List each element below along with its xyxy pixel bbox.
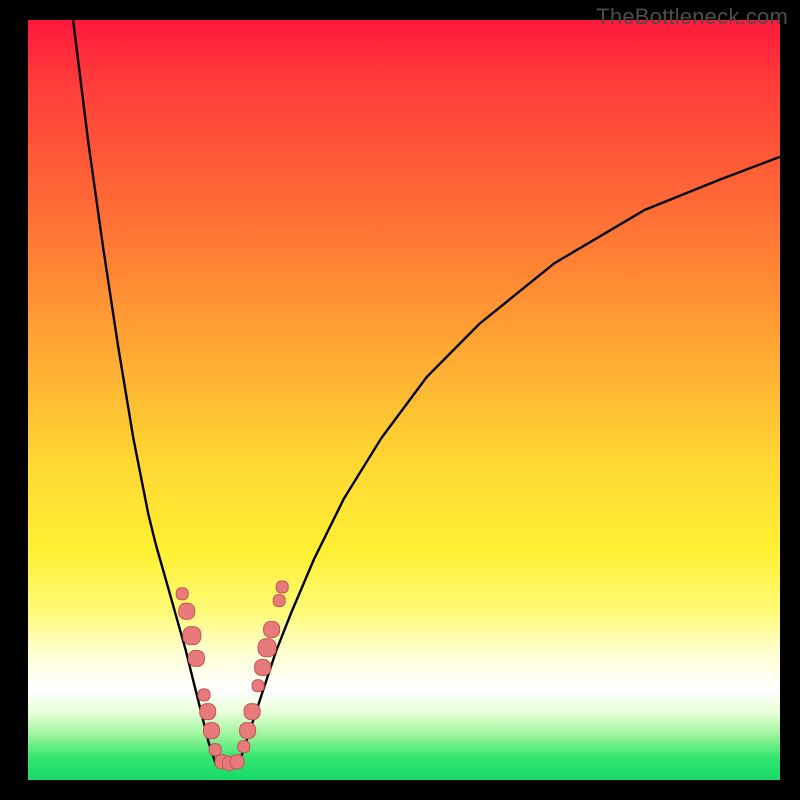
curve-marker	[198, 689, 210, 701]
curve-marker	[252, 680, 264, 692]
curve-marker	[240, 723, 256, 739]
v-curve-path	[73, 20, 780, 765]
bottleneck-curve	[28, 20, 780, 780]
curve-marker	[209, 744, 221, 756]
plot-area	[28, 20, 780, 780]
curve-marker	[176, 588, 188, 600]
curve-marker	[244, 704, 260, 720]
curve-marker	[273, 595, 285, 607]
curve-marker	[238, 741, 250, 753]
curve-marker	[179, 603, 195, 619]
curve-marker	[200, 704, 216, 720]
watermark-text: TheBottleneck.com	[596, 4, 788, 30]
curve-marker	[183, 627, 201, 645]
curve-marker	[204, 723, 220, 739]
curve-marker	[230, 755, 244, 769]
curve-marker	[276, 581, 288, 593]
curve-marker	[188, 650, 204, 666]
curve-marker	[255, 660, 271, 676]
curve-marker	[264, 622, 280, 638]
chart-frame: TheBottleneck.com	[0, 0, 800, 800]
curve-marker	[258, 639, 276, 657]
